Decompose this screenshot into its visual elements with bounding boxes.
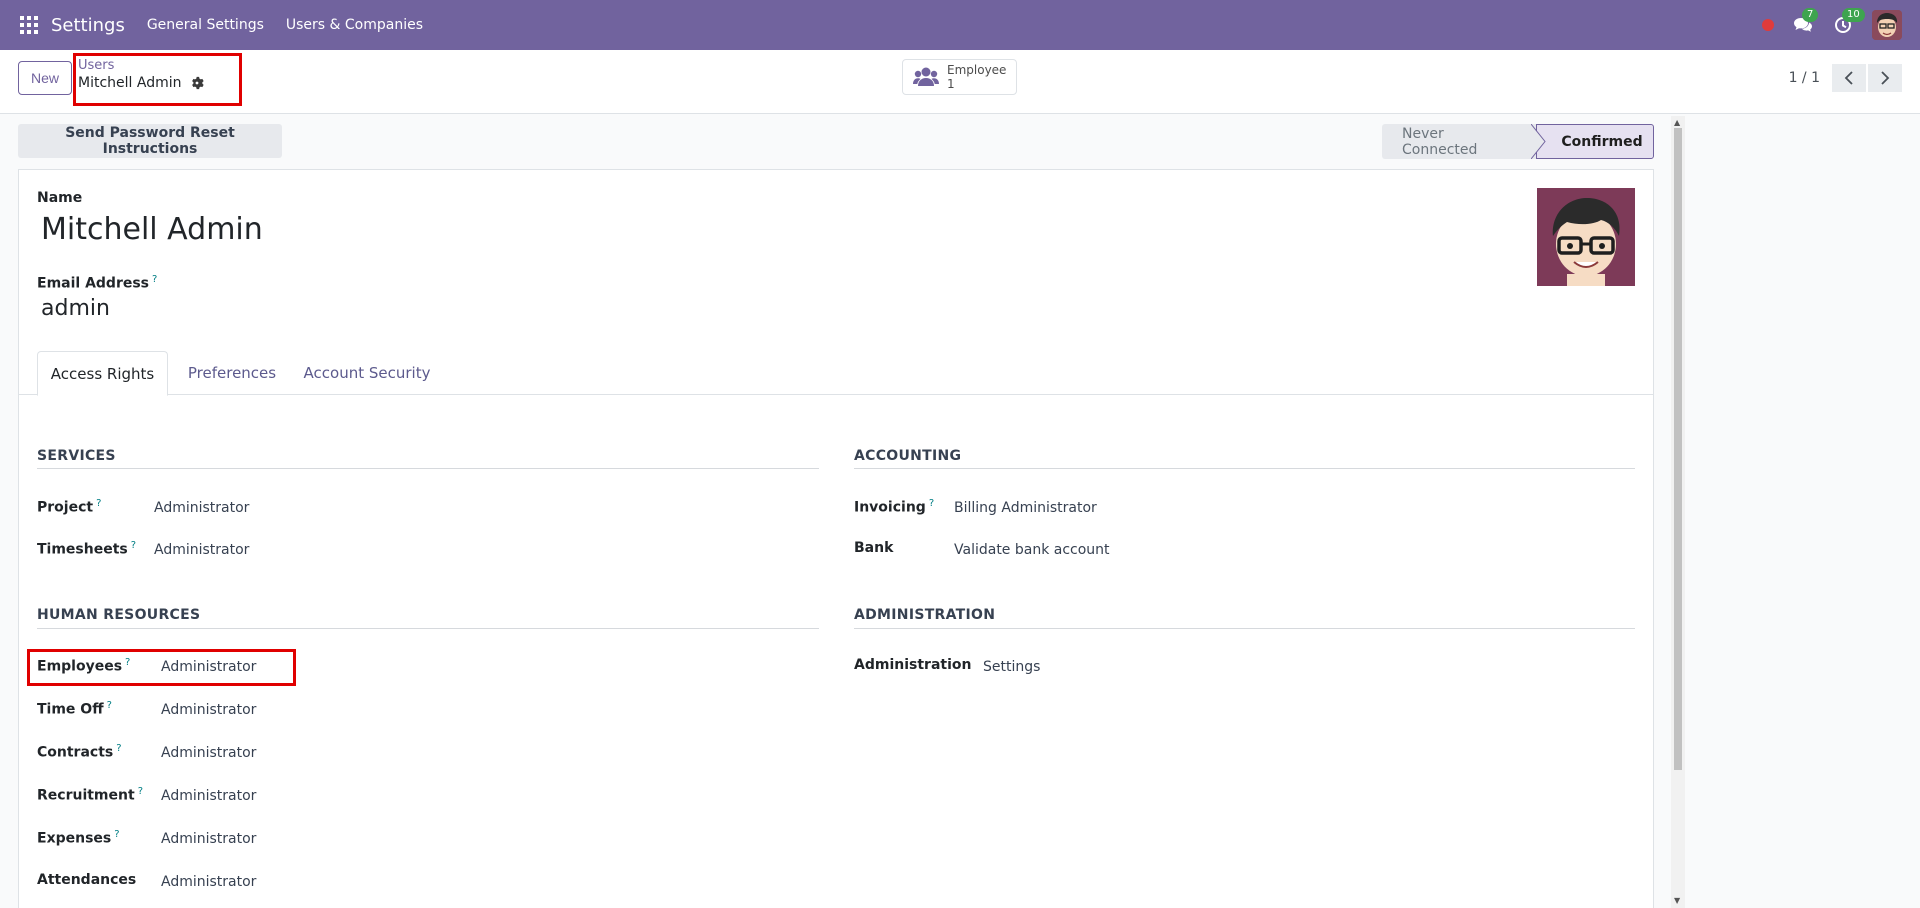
section-hr-title: HUMAN RESOURCES — [37, 607, 201, 623]
top-navbar: Settings General Settings Users & Compan… — [0, 0, 1920, 50]
field-label-recruitment: Recruitment? — [37, 786, 143, 804]
help-icon[interactable]: ? — [929, 498, 934, 509]
activities-count-badge: 10 — [1842, 8, 1865, 22]
pager-previous-button[interactable] — [1832, 64, 1866, 92]
field-label-contracts-text: Contracts — [37, 744, 114, 761]
app-name[interactable]: Settings — [51, 15, 125, 36]
field-value-administration[interactable]: Settings — [983, 659, 1040, 675]
section-services-title: SERVICES — [37, 448, 116, 464]
scroll-up-icon[interactable]: ▲ — [1674, 118, 1680, 127]
field-label-expenses: Expenses? — [37, 829, 120, 847]
field-label-time-off-text: Time Off — [37, 701, 104, 718]
field-value-time-off[interactable]: Administrator — [161, 702, 256, 718]
status-never-connected[interactable]: Never Connected — [1382, 124, 1536, 159]
employee-smart-label: Employee — [947, 63, 1007, 77]
help-icon[interactable]: ? — [131, 540, 136, 551]
pager-next-button[interactable] — [1868, 64, 1902, 92]
status-confirmed[interactable]: Confirmed — [1536, 124, 1654, 159]
breadcrumb-users-link[interactable]: Users — [78, 58, 204, 73]
help-icon[interactable]: ? — [125, 657, 130, 668]
section-administration-divider — [854, 628, 1635, 629]
field-label-bank: Bank — [854, 540, 894, 556]
field-label-expenses-text: Expenses — [37, 830, 112, 847]
scroll-down-icon[interactable]: ▼ — [1674, 896, 1680, 905]
user-photo-icon — [1537, 188, 1635, 286]
email-label-text: Email Address — [37, 275, 150, 292]
form-sheet: Name Mitchell Admin Email Address? admin… — [18, 169, 1654, 908]
help-icon[interactable]: ? — [107, 700, 112, 711]
activities-button[interactable]: 10 — [1832, 8, 1865, 36]
field-label-timesheets-text: Timesheets — [37, 541, 128, 558]
field-value-contracts[interactable]: Administrator — [161, 745, 256, 761]
pager: 1 / 1 — [1789, 64, 1920, 92]
systray: 7 10 — [1762, 0, 1902, 50]
email-label: Email Address? — [37, 274, 157, 292]
section-accounting-title: ACCOUNTING — [854, 448, 962, 464]
field-label-invoicing: Invoicing? — [854, 498, 934, 516]
field-label-employees-text: Employees — [37, 658, 123, 675]
user-avatar-icon — [1872, 10, 1902, 40]
form-tabs: Access Rights Preferences Account Securi… — [19, 351, 1653, 396]
section-administration-title: ADMINISTRATION — [854, 607, 996, 623]
help-icon[interactable]: ? — [138, 786, 143, 797]
help-icon[interactable]: ? — [114, 829, 119, 840]
employee-smart-button[interactable]: Employee 1 — [902, 59, 1017, 95]
field-value-bank[interactable]: Validate bank account — [954, 542, 1110, 558]
help-icon[interactable]: ? — [152, 274, 157, 285]
user-photo[interactable] — [1537, 188, 1635, 286]
user-avatar[interactable] — [1872, 10, 1902, 40]
name-field[interactable]: Mitchell Admin — [41, 212, 263, 247]
field-label-invoicing-text: Invoicing — [854, 499, 926, 516]
messages-count-badge: 7 — [1802, 8, 1819, 22]
nav-general-settings[interactable]: General Settings — [147, 17, 264, 33]
field-value-recruitment[interactable]: Administrator — [161, 788, 256, 804]
chevron-left-icon — [1844, 71, 1853, 85]
field-label-contracts: Contracts? — [37, 743, 122, 761]
gear-icon[interactable] — [190, 76, 204, 90]
new-button[interactable]: New — [18, 61, 72, 95]
name-label: Name — [37, 190, 83, 206]
section-services-divider — [37, 468, 819, 469]
breadcrumb-current: Mitchell Admin — [78, 75, 204, 91]
field-value-employees[interactable]: Administrator — [161, 659, 256, 675]
field-label-timesheets: Timesheets? — [37, 540, 136, 558]
control-panel: New Users Mitchell Admin Employee 1 1 / … — [0, 50, 1920, 114]
field-value-attendances[interactable]: Administrator — [161, 874, 256, 890]
tab-account-security[interactable]: Account Security — [297, 351, 437, 395]
section-accounting-divider — [854, 468, 1635, 469]
field-label-employees: Employees? — [37, 657, 130, 675]
email-field[interactable]: admin — [41, 296, 110, 321]
breadcrumb-current-label: Mitchell Admin — [78, 75, 182, 91]
breadcrumb: Users Mitchell Admin — [78, 58, 204, 91]
tab-preferences[interactable]: Preferences — [177, 351, 287, 395]
app-menu-icon[interactable] — [19, 15, 39, 35]
field-label-attendances: Attendances — [37, 872, 137, 888]
messages-button[interactable]: 7 — [1792, 8, 1819, 36]
scrollbar-thumb[interactable] — [1674, 128, 1682, 770]
users-icon — [913, 67, 939, 86]
field-value-timesheets[interactable]: Administrator — [154, 542, 249, 558]
field-value-project[interactable]: Administrator — [154, 500, 249, 516]
record-indicator-icon[interactable] — [1762, 19, 1774, 31]
field-value-invoicing[interactable]: Billing Administrator — [954, 500, 1097, 516]
field-label-project: Project? — [37, 498, 101, 516]
field-label-project-text: Project — [37, 499, 94, 516]
field-value-expenses[interactable]: Administrator — [161, 831, 256, 847]
chevron-right-icon — [1881, 71, 1890, 85]
help-icon[interactable]: ? — [116, 743, 121, 754]
nav-users-companies[interactable]: Users & Companies — [286, 17, 423, 33]
help-icon[interactable]: ? — [96, 498, 101, 509]
pager-value[interactable]: 1 / 1 — [1789, 70, 1820, 86]
tab-access-rights[interactable]: Access Rights — [37, 351, 168, 396]
field-label-administration: Administration — [854, 657, 972, 673]
section-hr-divider — [37, 628, 819, 629]
send-password-reset-button[interactable]: Send Password Reset Instructions — [18, 124, 282, 158]
field-label-time-off: Time Off? — [37, 700, 112, 718]
field-label-recruitment-text: Recruitment — [37, 787, 135, 804]
employee-smart-count: 1 — [947, 77, 955, 91]
employee-smart-text: Employee 1 — [947, 63, 1006, 91]
status-bar: Never Connected Confirmed — [1382, 124, 1654, 159]
